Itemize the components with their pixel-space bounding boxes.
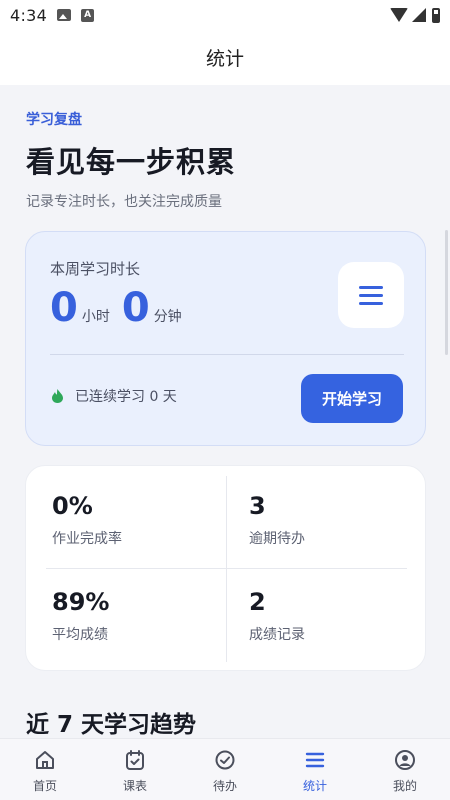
- grid-divider-vertical: [226, 476, 227, 662]
- minutes-unit: 分钟: [153, 309, 182, 325]
- start-study-button[interactable]: 开始学习: [301, 374, 403, 423]
- hours-unit: 小时: [81, 309, 110, 325]
- nav-item-profile[interactable]: 我的: [360, 739, 450, 800]
- check-circle-icon: [215, 750, 235, 770]
- streak-row: 已连续学习 0 天: [52, 386, 177, 406]
- menu-lines-icon[interactable]: [338, 262, 404, 328]
- stat-value: 89%: [52, 588, 110, 616]
- stat-value: 2: [249, 588, 266, 616]
- battery-icon: [432, 7, 440, 23]
- stat-value: 0%: [52, 492, 93, 520]
- image-notification-icon: [57, 9, 72, 21]
- weekly-study-card: 本周学习时长 0 小时 0 分钟 已连续学习 0 天 开始学习: [25, 231, 426, 446]
- hours-value: 0: [50, 285, 78, 331]
- nav-label: 课表: [122, 779, 147, 793]
- card-divider: [50, 354, 404, 355]
- status-time: 4:34: [10, 5, 48, 25]
- menu-lines-icon: [305, 752, 325, 768]
- app-bar: 统计: [0, 30, 450, 85]
- scrollbar[interactable]: [445, 230, 448, 355]
- page-title: 统计: [205, 48, 244, 70]
- grid-divider-horizontal-right: [227, 568, 407, 569]
- grid-divider-horizontal-left: [46, 568, 226, 569]
- nav-item-stats[interactable]: 统计: [270, 739, 360, 800]
- nav-item-todo[interactable]: 待办: [180, 739, 270, 800]
- profile-icon: [395, 750, 415, 770]
- stat-label: 成绩记录: [249, 627, 305, 643]
- weekly-duration: 0 小时 0 分钟: [50, 288, 194, 328]
- hero-subtitle: 记录专注时长，也关注完成质量: [26, 194, 222, 210]
- stat-label: 作业完成率: [52, 531, 122, 547]
- stat-average-score[interactable]: 89% 平均成绩: [52, 588, 109, 644]
- flame-icon: [52, 389, 63, 403]
- signal-icon: [412, 8, 426, 22]
- stat-overdue-todos[interactable]: 3 逾期待办: [249, 492, 305, 548]
- streak-text: 已连续学习 0 天: [75, 389, 177, 405]
- hero-title: 看见每一步积累: [26, 145, 237, 179]
- stat-homework-completion[interactable]: 0% 作业完成率: [52, 492, 122, 548]
- stat-value: 3: [249, 492, 266, 520]
- stats-grid-card: 0% 作业完成率 3 逾期待办 89% 平均成绩 2 成绩记录: [25, 465, 426, 671]
- home-icon: [36, 751, 54, 769]
- nav-label: 统计: [302, 779, 327, 793]
- calendar-icon: [126, 750, 144, 770]
- weekly-label: 本周学习时长: [50, 260, 141, 278]
- hero-eyebrow: 学习复盘: [26, 112, 82, 128]
- stat-label: 逾期待办: [249, 531, 305, 547]
- trend-section-title: 近 7 天学习趋势: [26, 712, 197, 738]
- stat-label: 平均成绩: [52, 627, 108, 643]
- stats-content[interactable]: 学习复盘 看见每一步积累 记录专注时长，也关注完成质量 本周学习时长 0 小时 …: [0, 85, 450, 738]
- bottom-nav: 首页 课表 待办 统计 我的: [0, 738, 450, 800]
- status-indicators: [390, 7, 440, 23]
- nav-label: 首页: [32, 779, 57, 793]
- nav-label: 待办: [212, 779, 237, 793]
- nav-item-home[interactable]: 首页: [0, 739, 90, 800]
- wifi-icon: [390, 8, 408, 22]
- status-bar: 4:34 A: [0, 0, 450, 30]
- nav-item-schedule[interactable]: 课表: [90, 739, 180, 800]
- app-notification-icon: A: [81, 8, 95, 22]
- nav-label: 我的: [392, 779, 417, 793]
- stat-score-records[interactable]: 2 成绩记录: [249, 588, 305, 644]
- minutes-value: 0: [121, 285, 150, 331]
